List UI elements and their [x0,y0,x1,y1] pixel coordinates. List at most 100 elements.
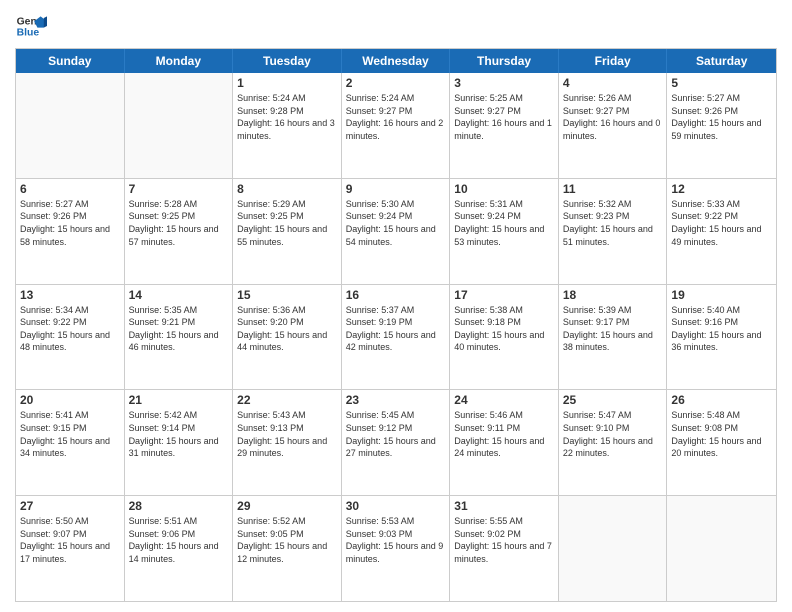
cell-info: Sunrise: 5:36 AMSunset: 9:20 PMDaylight:… [237,304,337,354]
calendar-cell-6: 6 Sunrise: 5:27 AMSunset: 9:26 PMDaylight… [16,179,125,284]
day-number: 26 [671,393,772,407]
calendar-cell-3: 3Sunrise: 5:25 AMSunset: 9:27 PMDaylight… [450,73,559,178]
calendar-cell-31: 31 Sunrise: 5:55 AMSunset: 9:02 PMDayligh… [450,496,559,601]
cell-info: Sunrise: 5:32 AMSunset: 9:23 PMDaylight:… [563,198,663,248]
calendar-cell-17: 17 Sunrise: 5:38 AMSunset: 9:18 PMDayligh… [450,285,559,390]
day-number: 23 [346,393,446,407]
day-number: 25 [563,393,663,407]
calendar-cell-empty-4-5 [559,496,668,601]
day-number: 1 [237,76,337,90]
calendar-cell-29: 29Sunrise: 5:52 AMSunset: 9:05 PMDayligh… [233,496,342,601]
cell-info: Sunrise: 5:48 AMSunset: 9:08 PMDaylight:… [671,409,772,459]
calendar-cell-22: 22Sunrise: 5:43 AMSunset: 9:13 PMDayligh… [233,390,342,495]
day-number: 22 [237,393,337,407]
cell-info: Sunrise: 5:28 AMSunset: 9:25 PMDaylight:… [129,198,229,248]
calendar-row-4: 27Sunrise: 5:50 AMSunset: 9:07 PMDayligh… [16,495,776,601]
day-number: 27 [20,499,120,513]
header-day-wednesday: Wednesday [342,49,451,73]
calendar-cell-30: 30 Sunrise: 5:53 AMSunset: 9:03 PMDayligh… [342,496,451,601]
calendar-cell-21: 21Sunrise: 5:42 AMSunset: 9:14 PMDayligh… [125,390,234,495]
day-number: 6 [20,182,120,196]
cell-info: Sunrise: 5:46 AMSunset: 9:11 PMDaylight:… [454,409,554,459]
calendar-cell-16: 16Sunrise: 5:37 AMSunset: 9:19 PMDayligh… [342,285,451,390]
calendar-cell-14: 14 Sunrise: 5:35 AMSunset: 9:21 PMDayligh… [125,285,234,390]
calendar-row-2: 13Sunrise: 5:34 AMSunset: 9:22 PMDayligh… [16,284,776,390]
cell-info: Sunrise: 5:52 AMSunset: 9:05 PMDaylight:… [237,515,337,565]
day-number: 11 [563,182,663,196]
header-day-monday: Monday [125,49,234,73]
calendar-cell-empty-0-1 [125,73,234,178]
day-number: 15 [237,288,337,302]
calendar-cell-10: 10 Sunrise: 5:31 AMSunset: 9:24 PMDayligh… [450,179,559,284]
calendar-cell-20: 20Sunrise: 5:41 AMSunset: 9:15 PMDayligh… [16,390,125,495]
cell-info: Sunrise: 5:26 AMSunset: 9:27 PMDaylight:… [563,92,663,142]
cell-info: Sunrise: 5:25 AMSunset: 9:27 PMDaylight:… [454,92,554,142]
cell-info: Sunrise: 5:24 AMSunset: 9:27 PMDaylight:… [346,92,446,142]
calendar-row-1: 6 Sunrise: 5:27 AMSunset: 9:26 PMDaylight… [16,178,776,284]
calendar-cell-26: 26 Sunrise: 5:48 AMSunset: 9:08 PMDayligh… [667,390,776,495]
cell-info: Sunrise: 5:47 AMSunset: 9:10 PMDaylight:… [563,409,663,459]
cell-info: Sunrise: 5:39 AMSunset: 9:17 PMDaylight:… [563,304,663,354]
day-number: 31 [454,499,554,513]
cell-info: Sunrise: 5:40 AMSunset: 9:16 PMDaylight:… [671,304,772,354]
cell-info: Sunrise: 5:24 AMSunset: 9:28 PMDaylight:… [237,92,337,142]
day-number: 4 [563,76,663,90]
day-number: 8 [237,182,337,196]
cell-info: Sunrise: 5:45 AMSunset: 9:12 PMDaylight:… [346,409,446,459]
day-number: 7 [129,182,229,196]
header-day-friday: Friday [559,49,668,73]
calendar-row-0: 1 Sunrise: 5:24 AMSunset: 9:28 PMDaylight… [16,73,776,178]
day-number: 19 [671,288,772,302]
header-day-thursday: Thursday [450,49,559,73]
header: General Blue [15,10,777,42]
calendar-cell-15: 15 Sunrise: 5:36 AMSunset: 9:20 PMDayligh… [233,285,342,390]
logo: General Blue [15,10,31,42]
cell-info: Sunrise: 5:31 AMSunset: 9:24 PMDaylight:… [454,198,554,248]
calendar-cell-7: 7 Sunrise: 5:28 AMSunset: 9:25 PMDaylight… [125,179,234,284]
calendar-cell-8: 8 Sunrise: 5:29 AMSunset: 9:25 PMDaylight… [233,179,342,284]
day-number: 30 [346,499,446,513]
calendar-header: SundayMondayTuesdayWednesdayThursdayFrid… [16,49,776,73]
day-number: 21 [129,393,229,407]
day-number: 28 [129,499,229,513]
day-number: 2 [346,76,446,90]
day-number: 10 [454,182,554,196]
day-number: 17 [454,288,554,302]
header-day-saturday: Saturday [667,49,776,73]
calendar-cell-24: 24 Sunrise: 5:46 AMSunset: 9:11 PMDayligh… [450,390,559,495]
calendar-cell-5: 5 Sunrise: 5:27 AMSunset: 9:26 PMDaylight… [667,73,776,178]
svg-text:Blue: Blue [17,28,40,39]
page: General Blue SundayMondayTuesdayWednesda… [0,0,792,612]
calendar-row-3: 20Sunrise: 5:41 AMSunset: 9:15 PMDayligh… [16,389,776,495]
day-number: 12 [671,182,772,196]
cell-info: Sunrise: 5:55 AMSunset: 9:02 PMDaylight:… [454,515,554,565]
cell-info: Sunrise: 5:27 AMSunset: 9:26 PMDaylight:… [20,198,120,248]
cell-info: Sunrise: 5:51 AMSunset: 9:06 PMDaylight:… [129,515,229,565]
calendar-cell-18: 18 Sunrise: 5:39 AMSunset: 9:17 PMDayligh… [559,285,668,390]
cell-info: Sunrise: 5:53 AMSunset: 9:03 PMDaylight:… [346,515,446,565]
logo-icon: General Blue [15,10,47,42]
header-day-sunday: Sunday [16,49,125,73]
calendar-cell-empty-0-0 [16,73,125,178]
cell-info: Sunrise: 5:38 AMSunset: 9:18 PMDaylight:… [454,304,554,354]
day-number: 24 [454,393,554,407]
calendar-cell-12: 12Sunrise: 5:33 AMSunset: 9:22 PMDayligh… [667,179,776,284]
cell-info: Sunrise: 5:41 AMSunset: 9:15 PMDaylight:… [20,409,120,459]
cell-info: Sunrise: 5:30 AMSunset: 9:24 PMDaylight:… [346,198,446,248]
calendar-cell-11: 11 Sunrise: 5:32 AMSunset: 9:23 PMDayligh… [559,179,668,284]
cell-info: Sunrise: 5:37 AMSunset: 9:19 PMDaylight:… [346,304,446,354]
cell-info: Sunrise: 5:29 AMSunset: 9:25 PMDaylight:… [237,198,337,248]
calendar-cell-9: 9Sunrise: 5:30 AMSunset: 9:24 PMDaylight… [342,179,451,284]
day-number: 18 [563,288,663,302]
calendar-cell-1: 1 Sunrise: 5:24 AMSunset: 9:28 PMDaylight… [233,73,342,178]
day-number: 5 [671,76,772,90]
cell-info: Sunrise: 5:35 AMSunset: 9:21 PMDaylight:… [129,304,229,354]
day-number: 13 [20,288,120,302]
day-number: 14 [129,288,229,302]
calendar-cell-27: 27Sunrise: 5:50 AMSunset: 9:07 PMDayligh… [16,496,125,601]
calendar-cell-28: 28 Sunrise: 5:51 AMSunset: 9:06 PMDayligh… [125,496,234,601]
calendar-cell-13: 13Sunrise: 5:34 AMSunset: 9:22 PMDayligh… [16,285,125,390]
cell-info: Sunrise: 5:27 AMSunset: 9:26 PMDaylight:… [671,92,772,142]
calendar-cell-empty-4-6 [667,496,776,601]
calendar-cell-4: 4 Sunrise: 5:26 AMSunset: 9:27 PMDaylight… [559,73,668,178]
